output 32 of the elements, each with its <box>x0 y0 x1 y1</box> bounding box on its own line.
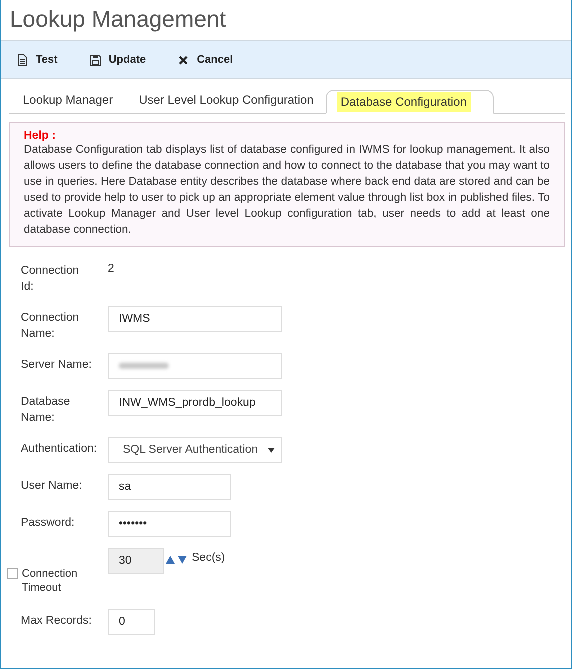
toolbar-button[interactable]: Cancel <box>170 50 242 70</box>
toolbar-button[interactable]: Test <box>9 50 66 70</box>
unit-label: Sec(s) <box>192 551 226 564</box>
tab[interactable]: User Level Lookup Configuration <box>125 93 326 113</box>
close-icon <box>178 54 190 66</box>
input-field[interactable]: sa <box>108 474 231 500</box>
tab[interactable]: Database Configuration <box>326 90 494 114</box>
field-label: Max Records: <box>21 614 93 629</box>
help-text: Database Configuration tab displays list of database configured in IWMS for lookup management. It also allows users to define the database connection and how to connect to the database that you may want to use in queries. Here Database entity describes the database where back end data are stored and can be used to provide help to user to pick up an appropriate element value through list box in published files. To activate Lookup Manager and User level Lookup configuration tab, user needs to add at least one database connection. <box>24 143 550 238</box>
field-label: Password: <box>21 516 76 531</box>
field-label: Connection Id: <box>21 264 80 295</box>
dropdown[interactable]: SQL Server Authentication <box>108 437 282 463</box>
input-field[interactable] <box>108 353 282 379</box>
save-icon <box>90 54 101 66</box>
caret-icon <box>268 448 275 452</box>
input-field[interactable]: IWMS <box>108 306 282 332</box>
field-label: Connection Timeout <box>22 567 79 595</box>
help-title: Help : <box>24 130 57 142</box>
tab[interactable]: Lookup Manager <box>9 93 126 113</box>
field-label: Connection Name: <box>21 311 80 342</box>
field-label: Database Name: <box>21 395 72 426</box>
input-field[interactable]: ••••••• <box>108 511 231 537</box>
input-field[interactable]: INW_WMS_prordb_lookup <box>108 390 282 416</box>
toolbar-button[interactable]: Update <box>82 50 154 70</box>
field-value: 2 <box>108 262 114 275</box>
input-field[interactable]: 0 <box>108 609 155 635</box>
document-icon <box>17 54 28 66</box>
blurred-value <box>119 363 169 369</box>
field-label: Server Name: <box>21 358 93 373</box>
field-label: Authentication: <box>21 442 95 457</box>
field-label: User Name: <box>21 479 84 494</box>
spinner-arrows-icon[interactable] <box>166 555 188 565</box>
